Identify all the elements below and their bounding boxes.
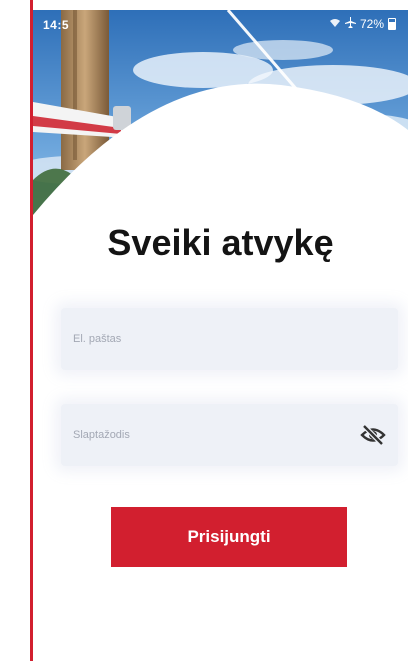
left-accent-edge (30, 0, 33, 661)
eye-off-icon[interactable] (360, 423, 386, 447)
battery-icon (388, 18, 396, 30)
status-icons: 72% (329, 17, 396, 31)
email-field[interactable] (61, 308, 398, 370)
login-button[interactable]: Prisijungti (111, 507, 347, 567)
app-frame: 14:5 72% Sveiki atvykę El. paštas Prisij… (0, 0, 408, 661)
password-field[interactable] (61, 404, 398, 466)
hero-image (33, 10, 408, 240)
status-time: 14:5 (43, 18, 70, 32)
password-input[interactable] (73, 404, 343, 466)
airplane-mode-icon (344, 17, 356, 31)
welcome-title: Sveiki atvykę (107, 222, 334, 263)
status-bar: 14:5 72% (33, 10, 408, 38)
login-screen: 14:5 72% Sveiki atvykę El. paštas Prisij… (33, 10, 408, 661)
battery-level: 72% (359, 17, 384, 31)
email-input[interactable] (73, 308, 343, 370)
wifi-icon (329, 18, 341, 31)
